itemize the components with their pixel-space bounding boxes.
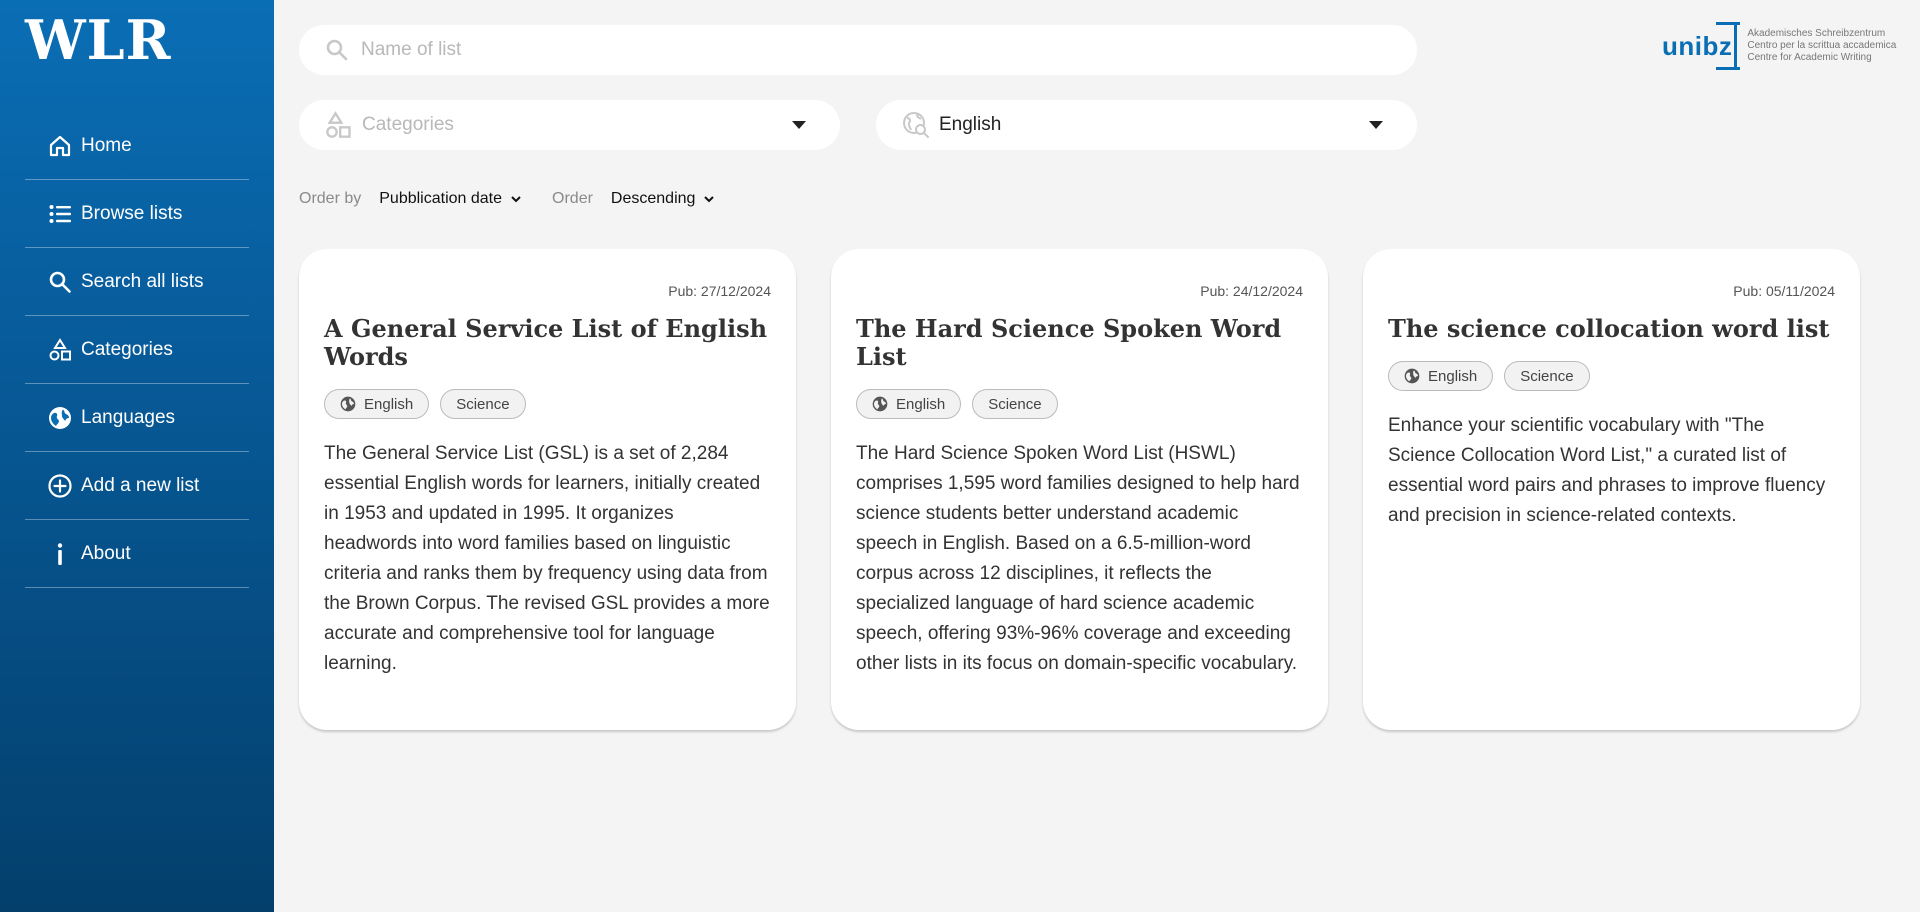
tag-category[interactable]: Science [1504, 361, 1590, 391]
card-description: The Hard Science Spoken Word List (HSWL)… [856, 443, 1300, 674]
card-title[interactable]: A General Service List of English Words [324, 315, 771, 371]
card-pub-date: Pub: 05/11/2024 [1733, 283, 1835, 299]
card-tags: English Science [324, 389, 771, 419]
list-card[interactable]: Pub: 27/12/2024 A General Service List o… [299, 249, 796, 730]
chevron-down-icon [704, 196, 715, 203]
tag-category[interactable]: Science [440, 389, 526, 419]
nav-item-categories[interactable]: Categories [25, 316, 249, 384]
brand-name: unibz [1662, 30, 1733, 61]
brand-line: Centro per la scrittua accademica [1747, 40, 1897, 51]
nav-item-browse-lists[interactable]: Browse lists [25, 180, 249, 248]
info-icon [47, 541, 73, 567]
app-logo[interactable]: WLR [25, 8, 172, 72]
nav-item-label: Browse lists [81, 202, 183, 224]
language-select[interactable]: English [876, 100, 1417, 150]
nav-item-label: About [81, 542, 131, 564]
tag-label: Science [1520, 367, 1574, 385]
card-pub-date: Pub: 24/12/2024 [1200, 283, 1303, 299]
caret-down-icon [792, 121, 806, 129]
main-nav: Home Browse lists Search all lists Categ… [25, 112, 249, 588]
card-title[interactable]: The Hard Science Spoken Word List [856, 315, 1303, 371]
card-description: Enhance your scientific vocabulary with … [1388, 415, 1826, 526]
globe-icon [1404, 368, 1420, 384]
card-tags: English Science [856, 389, 1303, 419]
categories-placeholder: Categories [362, 114, 454, 135]
home-icon [47, 133, 73, 159]
order-label: Order [552, 190, 593, 207]
globe-icon [340, 396, 356, 412]
order-by-label: Order by [299, 190, 362, 207]
main-content: Categories English Order by Pubblication… [274, 0, 1920, 912]
tag-category[interactable]: Science [972, 389, 1058, 419]
card-title[interactable]: The science collocation word list [1388, 315, 1835, 343]
order-value: Descending [610, 190, 696, 207]
nav-item-label: Add a new list [81, 474, 200, 496]
order-select[interactable]: Descending [611, 190, 716, 208]
shapes-icon [47, 337, 73, 363]
card-pub-date: Pub: 27/12/2024 [668, 283, 771, 299]
nav-item-home[interactable]: Home [25, 112, 249, 180]
shapes-icon [325, 111, 353, 139]
tag-label: English [364, 395, 414, 413]
order-by-select[interactable]: Pubblication date [379, 190, 522, 208]
card-tags: English Science [1388, 361, 1835, 391]
nav-item-about[interactable]: About [25, 520, 249, 588]
sidebar: WLR Home Browse lists Search all lists C… [0, 0, 274, 912]
nav-item-label: Languages [81, 406, 176, 428]
tag-label: English [1428, 367, 1478, 385]
nav-item-languages[interactable]: Languages [25, 384, 249, 452]
list-icon [47, 201, 73, 227]
language-value: English [939, 114, 1002, 135]
search-icon [47, 269, 73, 295]
nav-item-add-new-list[interactable]: Add a new list [25, 452, 249, 520]
brand-line: Akademisches Schreibzentrum [1747, 28, 1886, 39]
tag-label: Science [988, 395, 1042, 413]
nav-item-label: Categories [81, 338, 173, 360]
search-icon [325, 38, 349, 62]
search-input[interactable] [361, 39, 1361, 61]
chevron-down-icon [511, 196, 521, 203]
brand-line: Centre for Academic Writing [1747, 52, 1872, 63]
nav-item-label: Search all lists [81, 270, 204, 292]
globe-icon [872, 396, 888, 412]
tag-language[interactable]: English [856, 389, 962, 419]
nav-item-search-all-lists[interactable]: Search all lists [25, 248, 249, 316]
caret-down-icon [1369, 121, 1383, 129]
list-card[interactable]: Pub: 05/11/2024 The science collocation … [1363, 249, 1860, 730]
brand-bar [1716, 22, 1741, 70]
globe-icon [47, 405, 73, 431]
tag-label: Science [456, 395, 510, 413]
card-description: The General Service List (GSL) is a set … [324, 443, 770, 674]
brand-lines: Akademisches Schreibzentrum Centro per l… [1747, 28, 1896, 64]
nav-item-label: Home [81, 134, 132, 156]
tag-language[interactable]: English [324, 389, 430, 419]
list-card[interactable]: Pub: 24/12/2024 The Hard Science Spoken … [831, 249, 1328, 730]
tag-language[interactable]: English [1388, 361, 1494, 391]
categories-select[interactable]: Categories [299, 100, 840, 150]
plus-circle-icon [47, 473, 73, 499]
unibz-logo[interactable]: unibz Akademisches Schreibzentrum Centro… [1662, 22, 1896, 70]
globe-search-icon [902, 111, 930, 139]
search-bar[interactable] [299, 25, 1417, 75]
tag-label: English [896, 395, 946, 413]
order-by-value: Pubblication date [379, 190, 503, 207]
order-controls: Order by Pubblication date Order Descend… [299, 190, 745, 208]
